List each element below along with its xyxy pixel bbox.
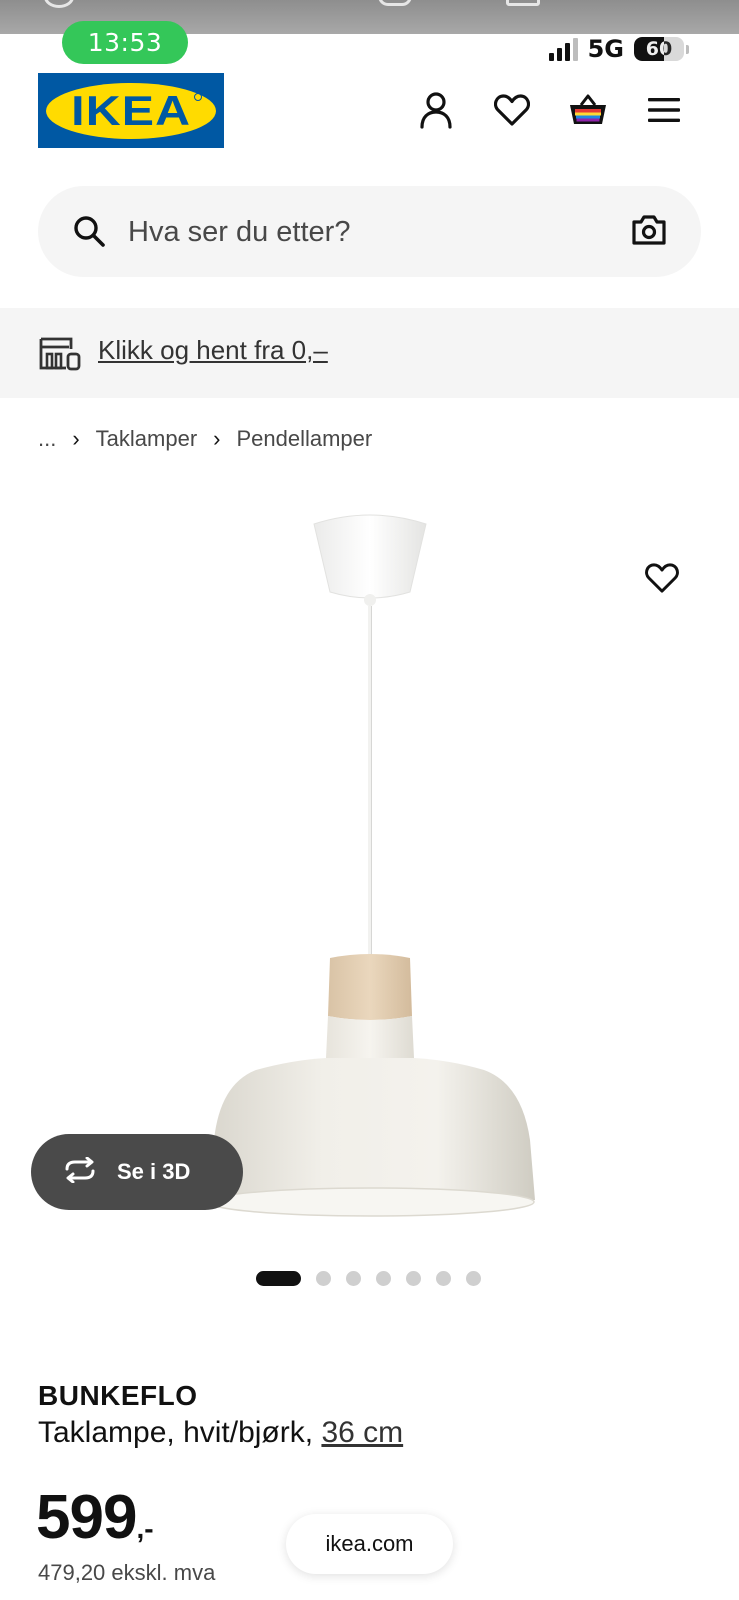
search-input[interactable] xyxy=(128,208,598,256)
price-ex-vat: 479,20 ekskl. mva xyxy=(38,1560,216,1585)
view-3d-label: Se i 3D xyxy=(117,1159,191,1184)
cart-icon[interactable] xyxy=(566,88,610,132)
status-indicators: 5G 60 xyxy=(548,34,689,64)
logo-wordmark: IKEA xyxy=(70,86,191,134)
gallery-dot-active[interactable] xyxy=(256,1270,301,1286)
browser-grid-icon xyxy=(506,0,540,6)
network-label: 5G xyxy=(587,35,624,63)
breadcrumb: ... › Taklamper › Pendellamper xyxy=(38,424,372,454)
camera-search-icon[interactable] xyxy=(631,214,667,250)
click-collect-banner: Klikk og hent fra 0,– xyxy=(0,308,739,398)
ikea-logo[interactable]: IKEA xyxy=(38,73,224,148)
gallery-dot[interactable] xyxy=(316,1270,331,1286)
product-price: 599 ,- xyxy=(36,1482,154,1553)
battery-icon: 60 xyxy=(634,37,684,61)
add-to-wishlist-icon[interactable] xyxy=(640,556,684,600)
browser-tabs-icon xyxy=(378,0,412,6)
menu-icon[interactable] xyxy=(642,88,686,132)
battery-percent: 60 xyxy=(645,38,673,60)
chevron-right-icon: › xyxy=(72,426,80,451)
chevron-right-icon: › xyxy=(213,426,221,451)
browser-tab-icon xyxy=(44,0,74,8)
store-pickup-icon xyxy=(38,335,82,375)
gallery-dot[interactable] xyxy=(406,1270,421,1286)
browser-address-bar[interactable]: ikea.com xyxy=(286,1514,453,1574)
gallery-dot[interactable] xyxy=(376,1270,391,1286)
status-time: 13:53 xyxy=(62,21,188,64)
gallery-pagination[interactable] xyxy=(256,1270,481,1286)
search-bar[interactable] xyxy=(38,186,701,277)
account-icon[interactable] xyxy=(414,88,458,132)
gallery-dot[interactable] xyxy=(466,1270,481,1286)
rotate-3d-icon xyxy=(61,1156,99,1187)
gallery-dot[interactable] xyxy=(436,1270,451,1286)
search-icon[interactable] xyxy=(72,214,106,252)
wishlist-icon[interactable] xyxy=(490,88,534,132)
product-size-link[interactable]: 36 cm xyxy=(321,1416,403,1449)
product-name: BUNKEFLO xyxy=(38,1380,198,1411)
product-type: Taklampe, hvit/bjørk, xyxy=(38,1416,314,1449)
price-value: 599 xyxy=(36,1483,137,1552)
signal-icon xyxy=(548,37,578,61)
view-3d-button[interactable]: Se i 3D xyxy=(31,1134,243,1210)
price-suffix: ,- xyxy=(136,1513,154,1544)
breadcrumb-pendellamper[interactable]: Pendellamper xyxy=(236,426,372,452)
breadcrumb-more[interactable]: ... xyxy=(38,426,56,452)
breadcrumb-taklamper[interactable]: Taklamper xyxy=(96,426,197,452)
click-collect-link[interactable]: Klikk og hent fra 0,– xyxy=(98,335,328,366)
product-description: Taklampe, hvit/bjørk, 36 cm xyxy=(38,1416,403,1450)
gallery-dot[interactable] xyxy=(346,1270,361,1286)
